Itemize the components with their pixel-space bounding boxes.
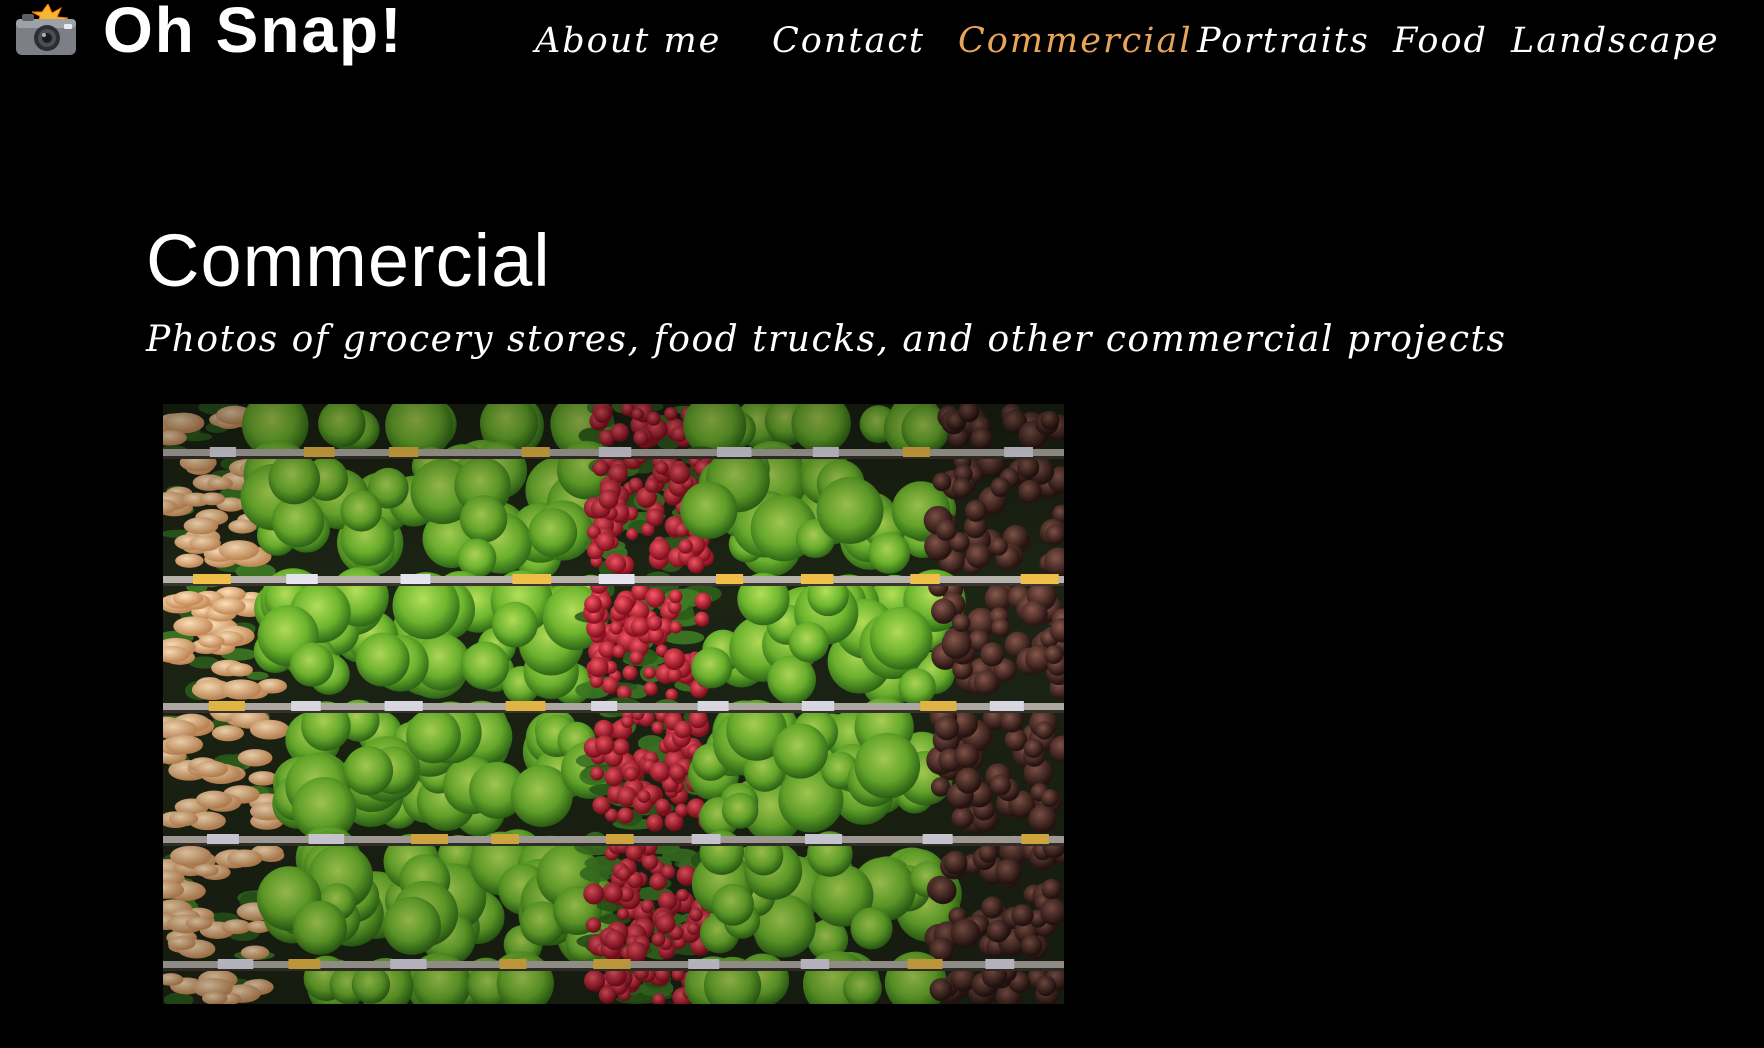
nav-commercial[interactable]: Commercial — [958, 18, 1193, 64]
produce-shelves-image — [163, 404, 1064, 1004]
page-title: Commercial — [146, 219, 551, 302]
nav-about-me[interactable]: About me — [535, 18, 721, 64]
nav-portraits[interactable]: Portraits — [1197, 18, 1370, 64]
grocery-produce-photo — [163, 404, 1064, 1004]
nav-landscape[interactable]: Landscape — [1511, 18, 1720, 64]
site-header: Oh Snap! About me Contact Commercial Por… — [0, 0, 1764, 95]
nav-food[interactable]: Food — [1393, 18, 1488, 64]
page-subtitle: Photos of grocery stores, food trucks, a… — [146, 319, 1507, 360]
site-brand-title[interactable]: Oh Snap! — [103, 0, 403, 68]
camera-flash-icon[interactable] — [14, 3, 78, 56]
nav-contact[interactable]: Contact — [772, 18, 925, 64]
